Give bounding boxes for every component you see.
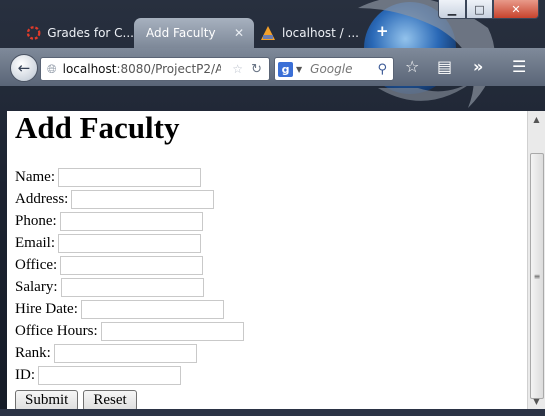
search-icon[interactable]: ⚲: [377, 62, 387, 77]
submit-button[interactable]: Submit: [15, 389, 79, 409]
close-window-button[interactable]: ✕: [493, 0, 539, 19]
page-content: Add Faculty Name: Address: Phone: Email:…: [7, 111, 527, 409]
hire-date-field[interactable]: [80, 299, 224, 319]
engine-dropdown-icon[interactable]: ▼: [296, 65, 302, 74]
address-label: Address:: [15, 190, 69, 207]
cengage-logo-icon: [26, 26, 41, 40]
office-hours-field[interactable]: [100, 321, 244, 341]
office-hours-label: Office Hours:: [15, 322, 98, 339]
bookmarks-menu-icon[interactable]: ▤: [437, 58, 452, 76]
office-field[interactable]: [60, 255, 204, 275]
bookmark-star-icon[interactable]: ☆: [232, 62, 243, 76]
navigation-toolbar: ← 🌐︎ localhost:8080/ProjectP2/Add ☆ ↻ g …: [0, 48, 545, 86]
vertical-scrollbar[interactable]: ▲ ≡ ▼: [527, 111, 545, 409]
window-controls: ▁ □ ✕: [438, 0, 539, 19]
email-label: Email:: [15, 234, 55, 251]
search-bar[interactable]: g ▼ ⚲: [274, 57, 394, 81]
back-button[interactable]: ←: [10, 54, 38, 82]
form-row-salary: Salary:: [15, 276, 244, 298]
tab-close-icon[interactable]: ✕: [234, 26, 244, 40]
tab-localhost[interactable]: localhost / ...: [260, 18, 370, 48]
address-field[interactable]: [71, 189, 215, 209]
reset-button[interactable]: Reset: [83, 389, 137, 409]
phone-label: Phone:: [15, 212, 57, 229]
form-row-office: Office:: [15, 254, 244, 276]
form-row-phone: Phone:: [15, 210, 244, 232]
maximize-button[interactable]: □: [466, 0, 493, 19]
form-row-name: Name:: [15, 166, 244, 188]
salary-label: Salary:: [15, 278, 58, 295]
tab-title: Add Faculty: [146, 26, 216, 40]
back-arrow-icon: ←: [17, 59, 31, 77]
tab-grades[interactable]: Grades for C...: [26, 18, 134, 48]
hire-date-label: Hire Date:: [15, 300, 78, 317]
close-icon: ✕: [511, 2, 521, 16]
form-row-address: Address:: [15, 188, 244, 210]
form-row-hire-date: Hire Date:: [15, 298, 244, 320]
minimize-button[interactable]: ▁: [438, 0, 466, 19]
grip-icon: ≡: [533, 271, 541, 281]
phone-field[interactable]: [59, 211, 203, 231]
form-buttons: Submit Reset: [15, 387, 244, 409]
phpmyadmin-icon: [261, 26, 275, 40]
maximize-icon: □: [474, 2, 485, 16]
id-label: ID:: [15, 366, 35, 383]
scroll-down-icon[interactable]: ▼: [528, 393, 545, 409]
form-row-id: ID:: [15, 364, 244, 386]
name-label: Name:: [15, 168, 55, 185]
office-label: Office:: [15, 256, 58, 273]
bookmarks-star-icon[interactable]: ☆: [405, 58, 419, 76]
url-bar[interactable]: 🌐︎ localhost:8080/ProjectP2/Add ☆ ↻: [40, 57, 270, 81]
url-text: localhost:8080/ProjectP2/Add: [63, 62, 221, 76]
form-row-office-hours: Office Hours:: [15, 320, 244, 342]
window-bottom-border: [0, 409, 545, 416]
overflow-chevron-icon[interactable]: »: [473, 58, 483, 76]
form-row-email: Email:: [15, 232, 244, 254]
tab-add-faculty[interactable]: Add Faculty ✕: [134, 18, 254, 48]
rank-label: Rank:: [15, 344, 51, 361]
reload-icon[interactable]: ↻: [251, 62, 262, 77]
add-faculty-form: Name: Address: Phone: Email: Office: Sal…: [15, 166, 244, 409]
minimize-icon: ▁: [447, 2, 457, 16]
page-title: Add Faculty: [15, 111, 180, 145]
new-tab-button[interactable]: +: [376, 22, 389, 40]
url-path: :8080/ProjectP2/Add: [116, 62, 221, 76]
scrollbar-thumb[interactable]: ≡: [530, 153, 544, 399]
scroll-up-icon[interactable]: ▲: [528, 111, 545, 127]
email-field[interactable]: [58, 233, 201, 253]
tab-title: localhost / ...: [282, 26, 359, 40]
salary-field[interactable]: [60, 277, 204, 297]
id-field[interactable]: [38, 365, 181, 385]
menu-icon[interactable]: ☰: [512, 58, 526, 76]
rank-field[interactable]: [53, 343, 197, 363]
name-field[interactable]: [57, 167, 201, 187]
browser-window: ▁ □ ✕ Grades for C... Add Faculty ✕ loca…: [0, 0, 545, 416]
tab-title: Grades for C...: [47, 26, 134, 40]
globe-icon: 🌐︎: [47, 61, 57, 76]
google-engine-icon[interactable]: g: [278, 61, 293, 77]
search-input[interactable]: [308, 61, 377, 77]
url-host: localhost: [62, 62, 117, 76]
form-row-rank: Rank:: [15, 342, 244, 364]
